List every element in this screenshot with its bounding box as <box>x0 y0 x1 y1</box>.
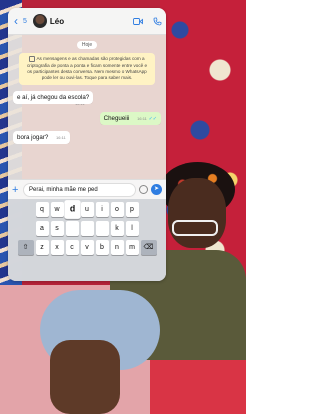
key[interactable]: z <box>35 240 49 255</box>
key[interactable]: x <box>50 240 64 255</box>
message-row: bora jogar? 16:11 <box>13 125 161 144</box>
key[interactable]: c <box>65 240 79 255</box>
keyboard: q w d u i o p a s k l ⇧ z x c v b n m ⌫ <box>8 199 166 281</box>
key-pressed[interactable]: d <box>63 200 81 219</box>
phone-call-icon[interactable] <box>153 17 162 26</box>
message-input[interactable]: Perai, minha mãe me ped <box>23 182 136 197</box>
avatar[interactable] <box>32 14 47 28</box>
lock-icon <box>29 56 36 62</box>
unread-count[interactable]: 5 <box>23 18 27 25</box>
person-leg <box>50 340 120 414</box>
key[interactable]: m <box>125 240 139 255</box>
key[interactable]: p <box>125 202 139 217</box>
keyboard-row-3: ⇧ z x c v b n m ⌫ <box>10 240 164 255</box>
keyboard-row-2: a s k l <box>10 221 164 236</box>
encryption-notice[interactable]: As mensagens e as chamadas são protegida… <box>19 53 155 85</box>
key[interactable]: b <box>95 240 109 255</box>
message-time: 16:11 <box>137 115 147 121</box>
key[interactable]: w <box>50 202 64 217</box>
send-icon[interactable]: ➤ <box>151 184 162 195</box>
check-icon: ✓✓ <box>148 115 157 122</box>
screen: ‹ 5 Léo Hoje As mensagens e as chamadas … <box>0 0 246 414</box>
key[interactable]: q <box>35 202 49 217</box>
person-head <box>168 178 226 248</box>
key[interactable]: n <box>110 240 124 255</box>
incoming-message[interactable]: e aí, já chegou da escola? <box>13 90 94 104</box>
message-text: e aí, já chegou da escola? <box>17 93 90 101</box>
plus-icon[interactable]: + <box>12 184 20 196</box>
chat-header: ‹ 5 Léo <box>8 8 166 35</box>
key[interactable]: s <box>50 221 64 236</box>
sticker-icon[interactable] <box>139 185 148 194</box>
incoming-message[interactable]: bora jogar? 16:11 <box>13 130 70 144</box>
outgoing-message[interactable]: Chegueiii 16:11 ✓✓ <box>99 111 161 125</box>
key[interactable]: k <box>110 221 124 236</box>
encryption-notice-text: As mensagens e as chamadas são protegida… <box>26 56 148 81</box>
message-time: 16:11 <box>56 134 66 140</box>
backspace-icon[interactable]: ⌫ <box>140 240 157 255</box>
date-chip: Hoje <box>77 41 97 49</box>
message-list: Hoje As mensagens e as chamadas são prot… <box>8 35 166 144</box>
keyboard-row-1: q w d u i o p <box>10 200 164 219</box>
person-glasses <box>172 220 218 236</box>
key[interactable]: a <box>35 221 49 236</box>
message-text: bora jogar? <box>17 133 49 141</box>
key[interactable] <box>65 221 79 236</box>
back-icon[interactable]: ‹ <box>12 14 20 28</box>
contact-name[interactable]: Léo <box>50 17 130 26</box>
whatsapp-chat-window: ‹ 5 Léo Hoje As mensagens e as chamadas … <box>8 8 166 281</box>
key[interactable]: o <box>110 202 124 217</box>
key[interactable]: i <box>95 202 109 217</box>
message-row: Chegueiii 16:11 ✓✓ <box>13 106 161 125</box>
video-call-icon[interactable] <box>133 17 143 25</box>
key[interactable] <box>95 221 109 236</box>
message-text: Chegueiii <box>103 114 130 122</box>
compose-bar: + Perai, minha mãe me ped ➤ <box>8 179 166 199</box>
key[interactable]: u <box>80 202 94 217</box>
key[interactable] <box>80 221 94 236</box>
key[interactable]: l <box>125 221 139 236</box>
shift-icon[interactable]: ⇧ <box>17 240 34 255</box>
key[interactable]: v <box>80 240 94 255</box>
